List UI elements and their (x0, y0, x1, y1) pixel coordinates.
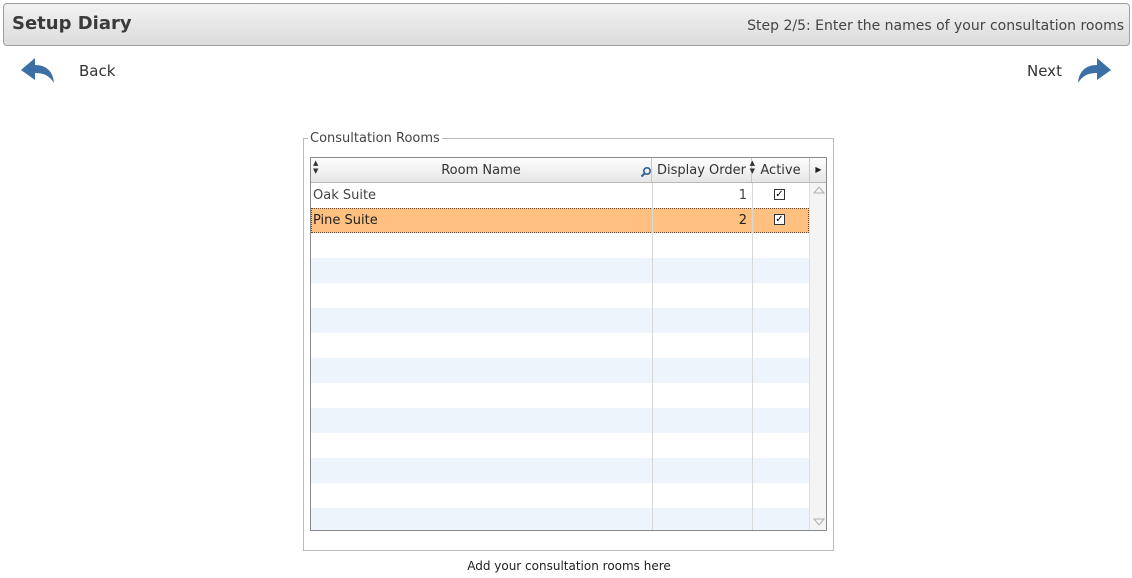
room-name-cell[interactable]: Pine Suite (313, 208, 650, 233)
next-arrow-icon (1078, 58, 1111, 83)
empty-row[interactable] (311, 333, 809, 358)
scroll-up-icon[interactable] (813, 186, 825, 194)
sort-icon: ▲ ▼ (313, 159, 319, 175)
instruction-hint: Add your consultation rooms here (467, 559, 671, 573)
scroll-down-icon[interactable] (813, 518, 825, 526)
vertical-scrollbar[interactable] (809, 183, 826, 530)
back-button[interactable]: Back (18, 54, 128, 90)
empty-row[interactable] (311, 308, 809, 333)
room-name-header-label: Room Name (441, 163, 521, 178)
display-order-header-label: Display Order (657, 163, 746, 178)
active-cell[interactable]: ✓ (752, 183, 809, 208)
column-divider (752, 183, 753, 530)
active-checkbox[interactable]: ✓ (774, 214, 785, 225)
column-header-active[interactable]: Active (752, 158, 809, 182)
grid-header: ▲ ▼ Room Name Display Order ▲ ▼ Active (311, 158, 809, 183)
consultation-rooms-group: Consultation Rooms ▲ ▼ Room Name Display … (303, 131, 834, 551)
display-order-cell[interactable]: 2 (652, 208, 752, 233)
column-divider (652, 183, 653, 530)
column-chooser-button[interactable]: ▶ (809, 158, 826, 183)
grid-rows: Oak Suite 1 ✓ Pine Suite 2 ✓ (311, 183, 809, 530)
empty-row[interactable] (311, 458, 809, 483)
page-title: Setup Diary (12, 13, 132, 34)
step-indicator: Step 2/5: Enter the names of your consul… (747, 18, 1124, 34)
empty-row[interactable] (311, 358, 809, 383)
active-header-label: Active (760, 163, 801, 178)
empty-row[interactable] (311, 258, 809, 283)
empty-row[interactable] (311, 508, 809, 530)
next-label: Next (1027, 62, 1062, 80)
column-header-room-name[interactable]: ▲ ▼ Room Name (311, 158, 652, 182)
caret-right-icon: ▶ (815, 165, 822, 174)
empty-row[interactable] (311, 233, 809, 258)
table-row[interactable]: Oak Suite 1 ✓ (311, 183, 809, 208)
empty-row[interactable] (311, 483, 809, 508)
column-header-display-order[interactable]: Display Order ▲ ▼ (652, 158, 755, 182)
wizard-header: Setup Diary Step 2/5: Enter the names of… (3, 3, 1130, 46)
empty-row[interactable] (311, 408, 809, 433)
rooms-grid[interactable]: ▲ ▼ Room Name Display Order ▲ ▼ Active ▶ O… (310, 157, 827, 531)
empty-row[interactable] (311, 283, 809, 308)
active-cell[interactable]: ✓ (752, 208, 809, 233)
table-row[interactable]: Pine Suite 2 ✓ (311, 208, 809, 233)
back-arrow-icon (21, 58, 54, 83)
next-button[interactable]: Next (1018, 54, 1118, 90)
empty-row[interactable] (311, 383, 809, 408)
magnifier-icon[interactable] (640, 166, 652, 178)
display-order-cell[interactable]: 1 (652, 183, 752, 208)
group-legend: Consultation Rooms (308, 131, 442, 146)
empty-row[interactable] (311, 433, 809, 458)
back-label: Back (79, 62, 116, 80)
active-checkbox[interactable]: ✓ (774, 189, 785, 200)
room-name-cell[interactable]: Oak Suite (313, 183, 650, 208)
